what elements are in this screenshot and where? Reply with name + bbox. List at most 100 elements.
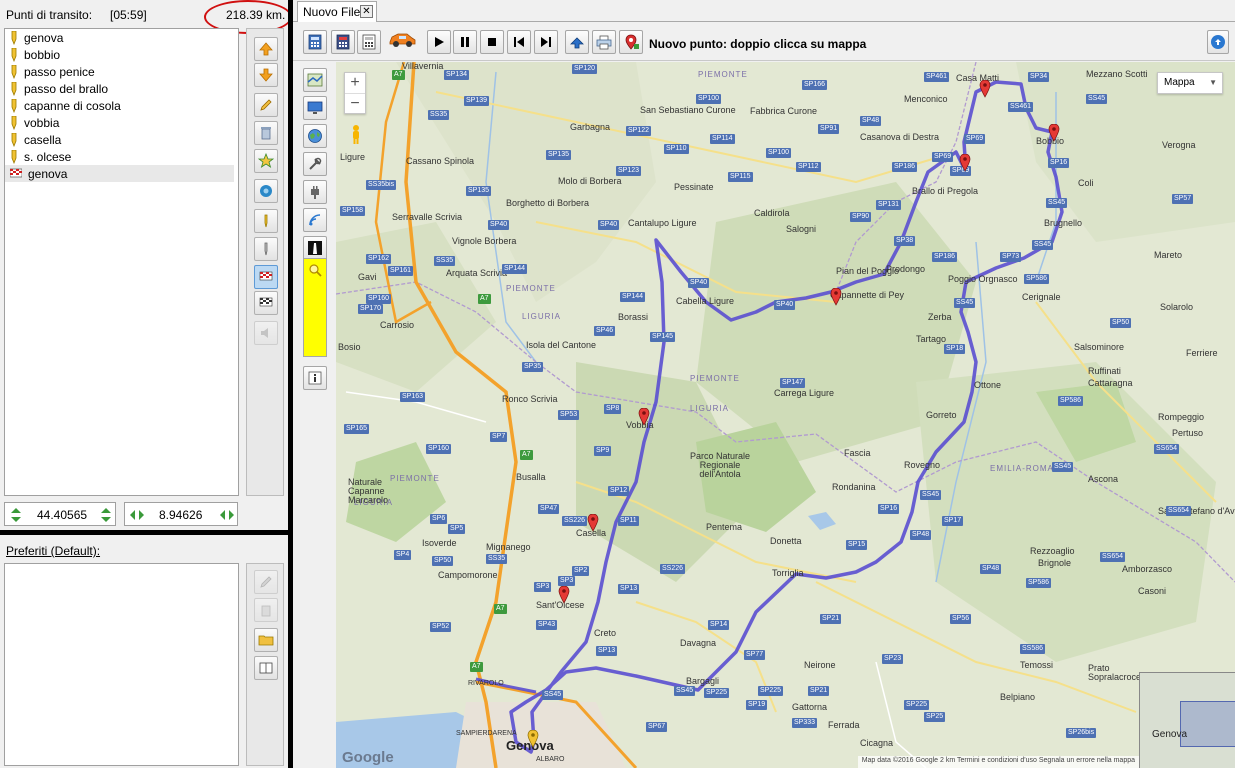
map-type-select[interactable]: Mappa ▼ [1157,72,1223,94]
zoom-in-button[interactable]: + [345,73,365,94]
town-label: Coli [1078,178,1094,188]
screen-button[interactable] [303,96,327,120]
export-button[interactable] [565,30,589,54]
longitude-field[interactable]: 8.94626 [124,502,238,526]
calculator-gray-button[interactable] [357,30,381,54]
waypoint-label: s. olcese [24,149,72,164]
road-shield: SP120 [572,64,598,74]
latitude-stepper-icon[interactable] [9,507,23,523]
road-shield: SP165 [344,424,370,434]
road-shield: SP19 [746,700,768,710]
stop-button[interactable] [480,30,504,54]
overview-viewport[interactable] [1180,701,1235,747]
globe-icon [308,129,322,143]
waypoint-item[interactable]: s. olcese [5,148,238,165]
plug-button[interactable] [303,180,327,204]
car-button[interactable] [387,28,417,52]
edit-button[interactable] [254,93,278,117]
favorite-book-button[interactable] [254,656,278,680]
favorite-delete-button[interactable] [254,598,278,622]
calculator-red-button[interactable] [331,30,355,54]
map-icon [307,73,323,87]
waypoint-marker[interactable] [979,80,991,98]
latitude-stepper-icon-2[interactable] [99,507,113,523]
set-destination-button[interactable] [254,265,278,289]
road-shield: SP3 [534,582,552,592]
waypoint-item[interactable]: casella [5,131,238,148]
add-waypoint-button[interactable] [254,209,278,233]
waypoint-marker[interactable] [587,514,599,532]
waypoint-marker[interactable] [558,586,570,604]
road-shield: SP5 [448,524,466,534]
info-button[interactable] [303,366,327,390]
waypoint-item[interactable]: vobbia [5,114,238,131]
waypoint-item[interactable]: genova [5,29,238,46]
close-tab-icon[interactable]: ✕ [360,5,373,18]
previous-button[interactable] [507,30,531,54]
pause-button[interactable] [453,30,477,54]
favorite-open-button[interactable] [254,628,278,652]
waypoint-marker[interactable] [638,408,650,426]
tab-nuovo-file[interactable]: Nuovo File ✕ [297,1,377,22]
search-panel[interactable] [303,258,327,357]
play-button[interactable] [427,30,451,54]
town-label: Casoni [1138,586,1167,596]
favorite-add-button[interactable] [254,149,278,173]
town-label: San Sebastiano Curone [640,105,736,115]
waypoint-marker[interactable] [830,288,842,306]
map-view[interactable]: PIEMONTE PIEMONTE LIGURIA PIEMONTE LIGUR… [336,62,1235,768]
longitude-stepper-icon-2[interactable] [219,507,235,523]
zoom-out-button[interactable]: − [345,94,365,115]
start-marker[interactable] [527,730,539,748]
skip-back-icon [514,37,524,47]
town-label: Verogna [1162,140,1196,150]
road-shield: SP15 [846,540,868,550]
overview-map[interactable]: Genova [1139,672,1235,768]
tools-button[interactable] [303,152,327,176]
calculator-button[interactable] [303,30,327,54]
map-type-label: Mappa [1164,77,1195,88]
finish-flag-icon [10,167,22,181]
sound-button[interactable] [254,321,278,345]
road-shield: SP110 [664,144,689,154]
town-label: Menconico [904,94,948,104]
help-button[interactable] [1207,30,1229,54]
waypoint-item[interactable]: capanne di cosola [5,97,238,114]
next-button[interactable] [534,30,558,54]
waypoint-item[interactable]: passo del brallo [5,80,238,97]
favorite-edit-button[interactable] [254,570,278,594]
town-label: Pessinate [674,182,714,192]
set-start-button[interactable] [254,291,278,315]
region-label-piemonte-4: PIEMONTE [390,474,440,483]
road-shield: SP52 [430,622,452,632]
waypoint-list[interactable]: genova bobbio passo penice passo del brallo… [4,28,239,496]
map-view-button[interactable] [303,68,327,92]
road-shield: SP48 [980,564,1002,574]
move-down-button[interactable] [254,63,278,87]
town-label: Zerba [928,312,952,322]
waypoint-marker[interactable] [959,154,971,172]
optimize-button[interactable] [254,179,278,203]
road-shield: SP135 [466,186,492,196]
pegman-icon[interactable] [350,124,362,144]
favorites-list[interactable] [4,563,239,766]
waypoint-item[interactable]: passo penice [5,63,238,80]
waypoint-item[interactable]: genova [5,165,234,182]
globe-button[interactable] [303,124,327,148]
road-button[interactable] [303,236,327,260]
road-shield: SP21 [808,686,830,696]
road-shield: SP40 [774,300,796,310]
latitude-field[interactable]: 44.40565 [4,502,116,526]
print-button[interactable] [592,30,616,54]
help-icon [1211,35,1225,49]
longitude-stepper-icon[interactable] [129,507,145,523]
road-shield: SP38 [894,236,916,246]
gps-feed-button[interactable] [303,208,327,232]
delete-button[interactable] [254,121,278,145]
waypoint-marker[interactable] [1048,124,1060,142]
road-shield: SS35 [486,554,508,564]
add-via-button[interactable] [254,237,278,261]
move-up-button[interactable] [254,37,278,61]
waypoint-item[interactable]: bobbio [5,46,238,63]
new-point-button[interactable] [619,30,643,54]
